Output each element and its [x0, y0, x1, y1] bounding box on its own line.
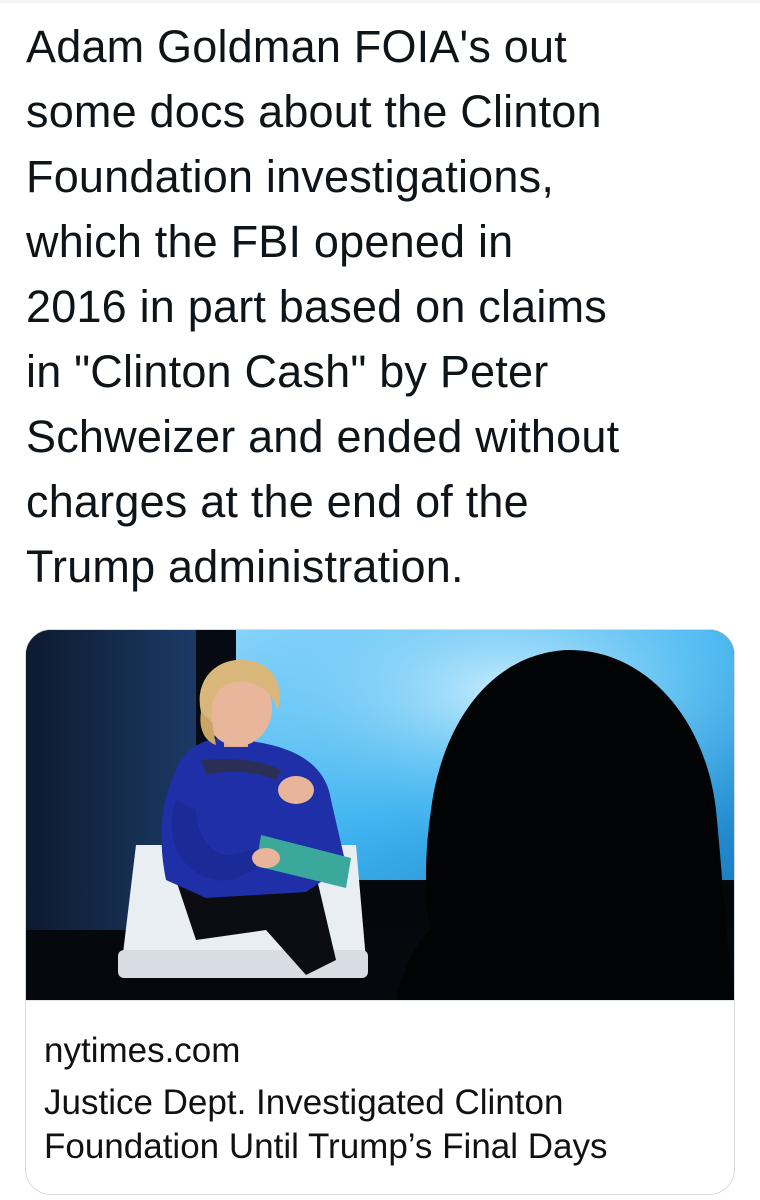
- top-divider: [0, 0, 760, 3]
- link-title: Justice Dept. Investigated Clinton Found…: [44, 1081, 724, 1169]
- link-preview-card[interactable]: nytimes.com Justice Dept. Investigated C…: [25, 629, 735, 1195]
- link-title-line: Justice Dept. Investigated Clinton: [44, 1083, 564, 1122]
- tweet: Adam Goldman FOIA's out some docs about …: [0, 0, 760, 1200]
- link-title-line: Foundation Until Trump’s Final Days: [44, 1127, 608, 1166]
- woman-seated-photo-icon: [26, 630, 734, 1000]
- link-preview-text[interactable]: nytimes.com Justice Dept. Investigated C…: [26, 1000, 734, 1194]
- tweet-text: Adam Goldman FOIA's out some docs about …: [26, 21, 620, 592]
- link-domain: nytimes.com: [44, 1031, 241, 1070]
- link-preview-image[interactable]: [26, 630, 734, 1000]
